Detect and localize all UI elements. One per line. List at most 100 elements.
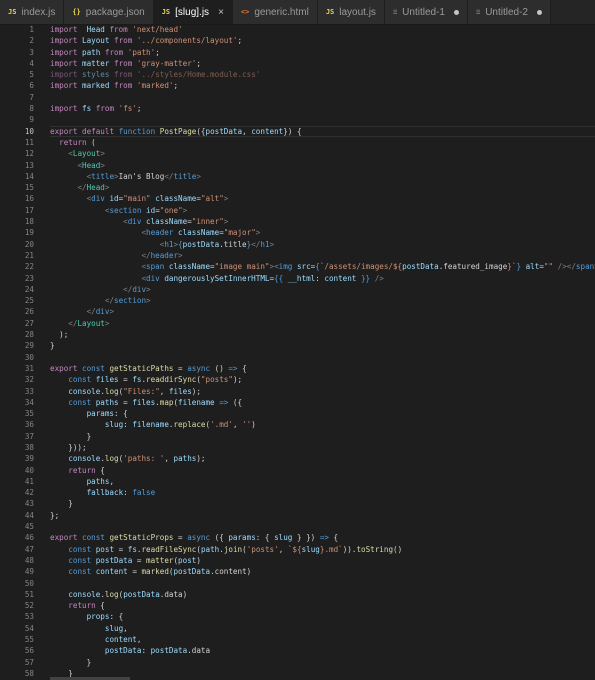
code-line[interactable] (50, 578, 595, 589)
tab-layout-js[interactable]: JS layout.js (317, 0, 385, 24)
code-line[interactable]: <header className="major"> (50, 227, 595, 238)
code-token: : (141, 646, 151, 656)
code-token: console (68, 589, 101, 599)
code-line[interactable]: slug, (50, 623, 595, 634)
code-line[interactable] (50, 352, 595, 363)
code-token: > (196, 171, 201, 181)
code-line[interactable]: </section> (50, 295, 595, 306)
code-line[interactable]: </div> (50, 306, 595, 317)
code-line[interactable] (50, 521, 595, 532)
code-token: > (109, 307, 115, 317)
code-line[interactable]: } (50, 657, 595, 668)
code-line[interactable]: import styles from '../styles/Home.modul… (50, 69, 595, 80)
code-token: , (278, 544, 288, 554)
code-line[interactable]: </div> (50, 284, 595, 295)
code-line[interactable]: const content = marked(postData.content) (50, 566, 595, 577)
close-icon[interactable]: × (218, 7, 224, 18)
line-number: 39 (24, 454, 34, 464)
code-line[interactable]: console.log("Files:", files); (50, 386, 595, 397)
code-line[interactable]: <h1>{postData.title}</h1> (50, 239, 595, 250)
code-token: from (114, 70, 133, 80)
code-line[interactable]: return ( (50, 137, 595, 148)
code-line[interactable]: <span className="image main"><img src={`… (50, 261, 595, 272)
code-line[interactable]: console.log(postData.data) (50, 589, 595, 600)
code-area[interactable]: import Head from 'next/head' import Layou… (50, 24, 595, 680)
code-token: , (164, 454, 174, 464)
code-token: import (50, 47, 78, 57)
code-line[interactable]: <Head> (50, 160, 595, 171)
code-token: ); (191, 386, 201, 396)
code-line[interactable]: import marked from 'marked'; (50, 80, 595, 91)
code-line[interactable]: import fs from 'fs'; (50, 103, 595, 114)
code-line[interactable]: postData: postData.data (50, 645, 595, 656)
code-line[interactable]: const files = fs.readdirSync("posts"); (50, 374, 595, 385)
unsaved-dot-icon[interactable] (453, 9, 459, 15)
line-number: 26 (24, 307, 34, 317)
tab-index-js[interactable]: JS index.js (0, 0, 65, 24)
code-line[interactable]: })); (50, 442, 595, 453)
code-line[interactable]: props: { (50, 611, 595, 622)
code-token: ; (237, 36, 243, 46)
code-line[interactable]: } (50, 498, 595, 509)
code-token: 'paths: ' (123, 454, 165, 464)
code-line[interactable]: import path from 'path'; (50, 47, 595, 58)
code-line[interactable]: console.log('paths: ', paths); (50, 453, 595, 464)
code-token: return (68, 465, 96, 475)
code-line[interactable]: <div id="main" className="alt"> (50, 193, 595, 204)
code-line[interactable]: params: { (50, 408, 595, 419)
code-line[interactable]: ); (50, 329, 595, 340)
line-number: 48 (24, 555, 34, 565)
code-line[interactable]: }; (50, 510, 595, 521)
code-line[interactable]: } (50, 340, 595, 351)
line-number: 12 (24, 149, 34, 159)
code-line[interactable]: <Layout> (50, 148, 595, 159)
code-token: > (178, 250, 183, 260)
code-line[interactable]: <title>Ian's Blog</title> (50, 171, 595, 182)
code-token: : { (255, 533, 275, 543)
code-editor[interactable]: 1 2 3 4 5 6 7 8 9 10 11 12 13 14 15 16 17 18 19 20 21 22 23 24 2… (0, 24, 595, 680)
code-line[interactable]: import matter from 'gray-matter'; (50, 58, 595, 69)
code-line[interactable]: } (50, 431, 595, 442)
code-line[interactable]: </Layout> (50, 318, 595, 329)
code-line[interactable]: export const getStaticProps = async ({ p… (50, 532, 595, 543)
line-number: 22 (24, 262, 34, 272)
code-line[interactable]: </header> (50, 250, 595, 261)
code-token: > (223, 194, 229, 204)
code-line[interactable]: export const getStaticPaths = async () =… (50, 363, 595, 374)
line-number: 35 (24, 409, 34, 419)
code-line[interactable]: import Head from 'next/head' (50, 24, 595, 35)
line-number: 11 (24, 137, 34, 147)
code-line[interactable]: } (50, 668, 595, 679)
code-line[interactable]: <div className="inner"> (50, 216, 595, 227)
code-token: } }) (292, 533, 320, 543)
tab-slug-js[interactable]: JS [slug].js × (153, 0, 233, 24)
code-line[interactable]: </Head> (50, 182, 595, 193)
code-line[interactable]: content, (50, 634, 595, 645)
code-line[interactable]: export default function PostPage({postDa… (50, 125, 595, 138)
tab-package-json[interactable]: {} package.json (64, 0, 154, 24)
code-line[interactable]: slug: filename.replace('.md', '') (50, 419, 595, 430)
code-line[interactable]: paths, (50, 476, 595, 487)
unsaved-dot-icon[interactable] (537, 9, 542, 15)
code-line[interactable] (50, 92, 595, 103)
tab-label: layout.js (339, 6, 376, 18)
code-line[interactable]: <section id="one"> (50, 205, 595, 216)
code-line[interactable]: return { (50, 465, 595, 476)
code-line[interactable]: <div dangerouslySetInnerHTML={{ __html: … (50, 273, 595, 284)
code-line[interactable]: return { (50, 600, 595, 611)
code-line[interactable] (50, 114, 595, 125)
code-token: div (91, 194, 105, 204)
tab-generic-html[interactable]: <> generic.html (232, 0, 318, 24)
code-line[interactable]: import Layout from '../components/layout… (50, 35, 595, 46)
tab-label: index.js (21, 6, 56, 18)
code-line[interactable]: const paths = files.map(filename => ({ (50, 397, 595, 408)
code-line[interactable]: const postData = matter(post) (50, 555, 595, 566)
code-token: toString (356, 544, 394, 554)
code-line[interactable]: const post = fs.readFileSync(path.join('… (50, 544, 595, 555)
code-line[interactable]: fallback: false (50, 487, 595, 498)
line-number: 5 (29, 70, 34, 80)
tab-untitled-1[interactable]: ≡ Untitled-1 (384, 0, 468, 24)
tab-untitled-2[interactable]: ≡ Untitled-2 (467, 0, 551, 24)
